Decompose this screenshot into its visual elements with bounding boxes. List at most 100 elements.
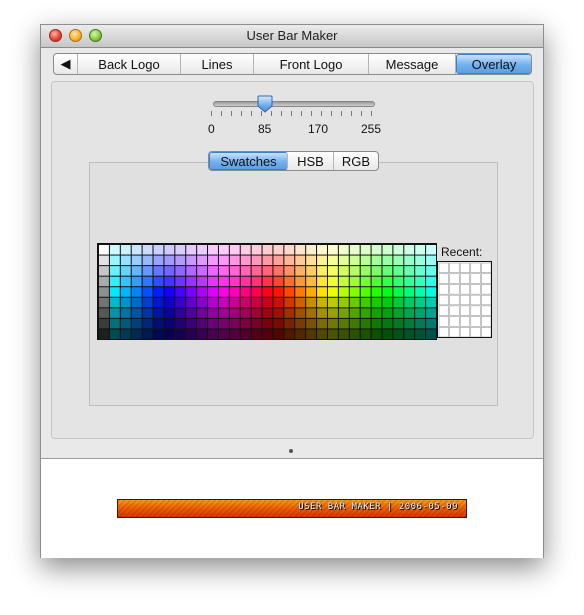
color-swatch[interactable] xyxy=(327,318,338,329)
color-swatch[interactable] xyxy=(317,329,327,339)
recent-swatch[interactable] xyxy=(470,327,481,337)
color-swatch[interactable] xyxy=(284,255,295,266)
color-swatch[interactable] xyxy=(284,266,295,276)
recent-swatch[interactable] xyxy=(470,294,481,306)
recent-swatch[interactable] xyxy=(449,305,460,316)
color-swatch[interactable] xyxy=(142,329,153,339)
color-swatch[interactable] xyxy=(306,318,317,329)
color-swatch[interactable] xyxy=(404,287,415,297)
color-swatch[interactable] xyxy=(273,266,284,276)
color-swatch[interactable] xyxy=(349,318,360,329)
recent-swatch[interactable] xyxy=(481,262,491,273)
color-swatch[interactable] xyxy=(426,308,436,318)
color-swatch[interactable] xyxy=(273,329,284,339)
swatch-grid[interactable] xyxy=(97,243,437,340)
color-swatch[interactable] xyxy=(218,266,229,276)
color-swatch[interactable] xyxy=(273,276,284,287)
color-swatch[interactable] xyxy=(338,308,349,318)
color-swatch[interactable] xyxy=(327,266,338,276)
color-swatch[interactable] xyxy=(426,266,436,276)
color-swatch[interactable] xyxy=(99,329,109,339)
color-swatch[interactable] xyxy=(218,329,229,339)
color-swatch[interactable] xyxy=(131,329,142,339)
color-swatch[interactable] xyxy=(142,318,153,329)
recent-swatch[interactable] xyxy=(459,262,471,273)
color-swatch[interactable] xyxy=(262,297,273,308)
tab-rgb[interactable]: RGB xyxy=(334,152,378,170)
color-swatch[interactable] xyxy=(371,266,382,276)
color-swatch[interactable] xyxy=(306,308,317,318)
color-swatch[interactable] xyxy=(262,245,273,255)
color-swatch[interactable] xyxy=(262,329,273,339)
color-swatch[interactable] xyxy=(382,318,393,329)
color-swatch[interactable] xyxy=(393,245,404,255)
color-swatch[interactable] xyxy=(306,329,317,339)
color-swatch[interactable] xyxy=(338,318,349,329)
color-swatch[interactable] xyxy=(197,318,208,329)
color-swatch[interactable] xyxy=(284,318,295,329)
color-swatch[interactable] xyxy=(284,308,295,318)
color-swatch[interactable] xyxy=(262,266,273,276)
color-swatch[interactable] xyxy=(186,318,197,329)
color-swatch[interactable] xyxy=(349,287,360,297)
color-swatch[interactable] xyxy=(197,255,208,266)
color-swatch[interactable] xyxy=(371,329,382,339)
color-swatch[interactable] xyxy=(317,318,327,329)
color-swatch[interactable] xyxy=(415,287,426,297)
color-swatch[interactable] xyxy=(120,266,131,276)
color-swatch[interactable] xyxy=(415,329,426,339)
color-swatch[interactable] xyxy=(360,245,371,255)
color-swatch[interactable] xyxy=(393,318,404,329)
color-swatch[interactable] xyxy=(218,245,229,255)
color-swatch[interactable] xyxy=(186,276,197,287)
color-swatch[interactable] xyxy=(208,329,218,339)
color-swatch[interactable] xyxy=(382,245,393,255)
color-swatch[interactable] xyxy=(164,308,175,318)
color-swatch[interactable] xyxy=(99,297,109,308)
color-swatch[interactable] xyxy=(164,276,175,287)
color-swatch[interactable] xyxy=(229,245,240,255)
color-swatch[interactable] xyxy=(295,318,306,329)
color-swatch[interactable] xyxy=(99,308,109,318)
color-swatch[interactable] xyxy=(251,266,262,276)
recent-swatch[interactable] xyxy=(459,305,471,316)
color-swatch[interactable] xyxy=(360,329,371,339)
color-swatch[interactable] xyxy=(175,318,186,329)
color-swatch[interactable] xyxy=(284,329,295,339)
color-swatch[interactable] xyxy=(229,329,240,339)
color-swatch[interactable] xyxy=(229,266,240,276)
color-swatch[interactable] xyxy=(295,329,306,339)
recent-swatch[interactable] xyxy=(459,284,471,295)
color-swatch[interactable] xyxy=(360,255,371,266)
color-swatch[interactable] xyxy=(131,276,142,287)
color-swatch[interactable] xyxy=(175,255,186,266)
color-swatch[interactable] xyxy=(306,266,317,276)
color-swatch[interactable] xyxy=(327,245,338,255)
color-swatch[interactable] xyxy=(208,276,218,287)
color-swatch[interactable] xyxy=(404,318,415,329)
tab-swatches[interactable]: Swatches xyxy=(209,152,288,170)
color-swatch[interactable] xyxy=(327,255,338,266)
color-swatch[interactable] xyxy=(262,318,273,329)
color-swatch[interactable] xyxy=(153,329,164,339)
color-swatch[interactable] xyxy=(109,245,120,255)
color-swatch[interactable] xyxy=(404,255,415,266)
color-swatch[interactable] xyxy=(120,276,131,287)
color-swatch[interactable] xyxy=(327,297,338,308)
color-swatch[interactable] xyxy=(382,287,393,297)
color-swatch[interactable] xyxy=(186,329,197,339)
color-swatch[interactable] xyxy=(251,287,262,297)
color-swatch[interactable] xyxy=(360,318,371,329)
recent-swatch[interactable] xyxy=(459,327,471,337)
color-swatch[interactable] xyxy=(218,318,229,329)
color-swatch[interactable] xyxy=(218,297,229,308)
color-swatch[interactable] xyxy=(295,266,306,276)
color-swatch[interactable] xyxy=(295,297,306,308)
color-swatch[interactable] xyxy=(415,266,426,276)
color-swatch[interactable] xyxy=(229,297,240,308)
color-swatch[interactable] xyxy=(208,287,218,297)
color-swatch[interactable] xyxy=(426,255,436,266)
color-swatch[interactable] xyxy=(109,329,120,339)
color-swatch[interactable] xyxy=(317,255,327,266)
color-swatch[interactable] xyxy=(404,276,415,287)
